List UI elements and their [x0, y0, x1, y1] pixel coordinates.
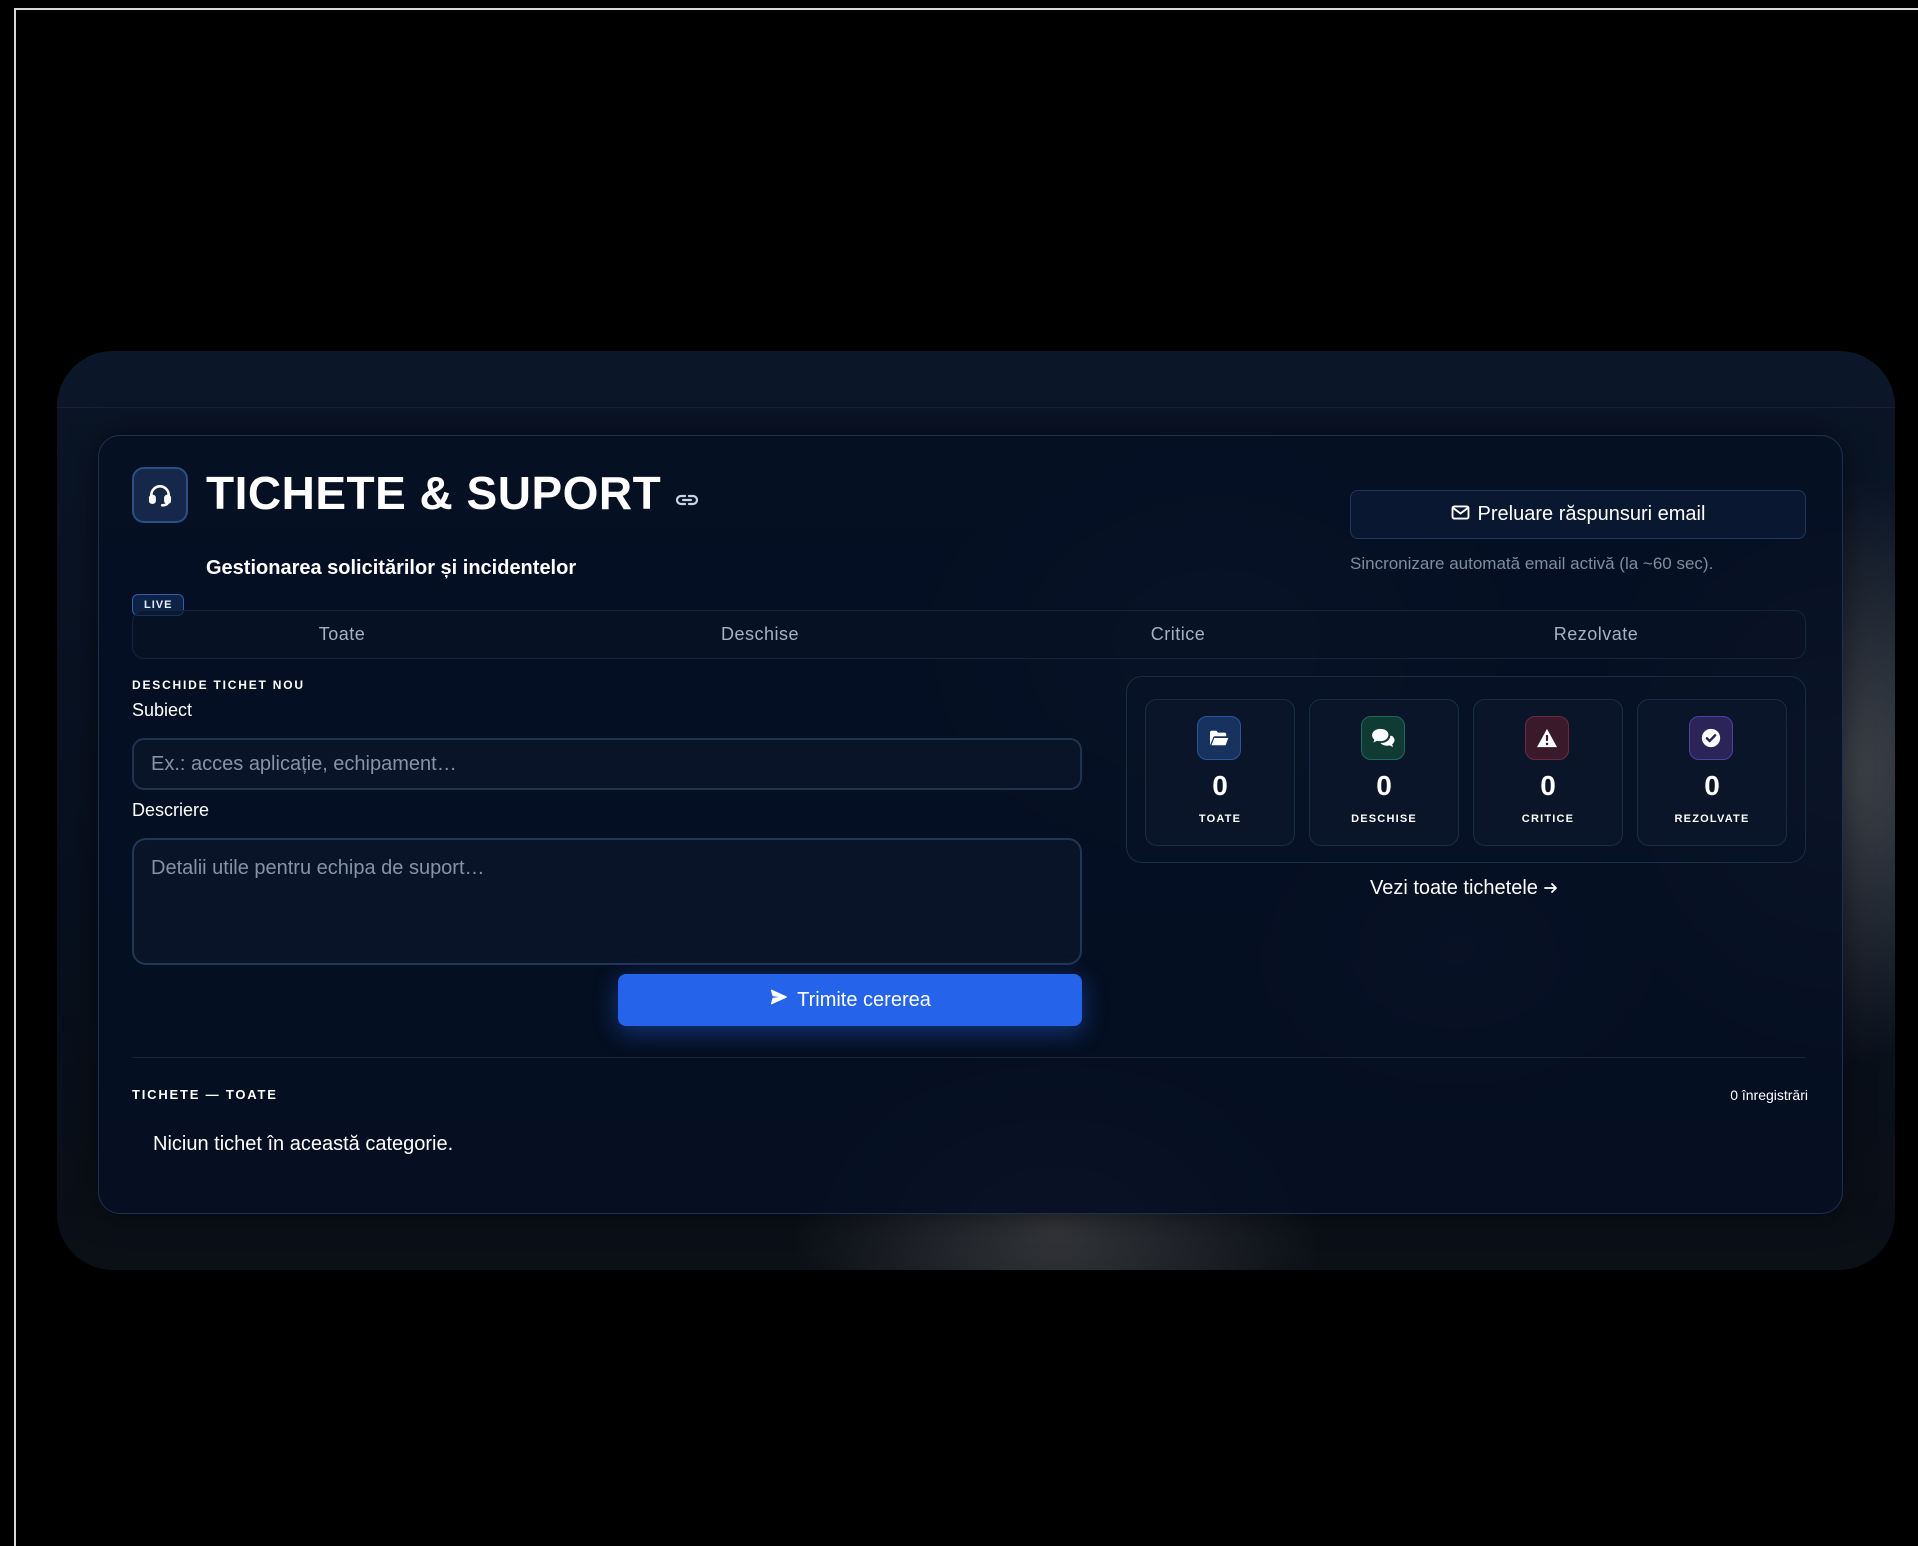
stat-value-critice: 0 — [1540, 770, 1556, 801]
stat-value-toate: 0 — [1212, 770, 1228, 801]
tab-rezolvate[interactable]: Rezolvate — [1387, 611, 1805, 658]
description-textarea[interactable] — [132, 838, 1082, 965]
tab-deschise[interactable]: Deschise — [551, 611, 969, 658]
warning-icon — [1525, 716, 1569, 760]
mail-icon — [1451, 503, 1470, 526]
submit-ticket-button[interactable]: Trimite cererea — [618, 974, 1082, 1026]
stats-summary: 0 TOATE 0 DESCHISE 0 CRITICE 0 REZOLVATE — [1126, 676, 1806, 863]
empty-list-message: Niciun tichet în această categorie. — [153, 1133, 454, 1155]
section-divider — [132, 1057, 1806, 1058]
stat-label-critice: CRITICE — [1521, 813, 1575, 825]
tab-toate[interactable]: Toate — [133, 611, 551, 658]
fetch-email-replies-label: Preluare răspunsuri email — [1477, 503, 1706, 525]
view-all-tickets-link[interactable]: Vezi toate tichetele — [1370, 877, 1558, 900]
check-circle-icon — [1689, 716, 1733, 760]
folder-open-icon — [1197, 716, 1241, 760]
email-sync-note: Sincronizare automată email activă (la ~… — [1350, 554, 1714, 573]
tickets-panel: TICHETE & SUPORT Gestionarea solicităril… — [98, 435, 1843, 1214]
description-label: Descriere — [132, 800, 210, 820]
stat-card-rezolvate[interactable]: 0 REZOLVATE — [1637, 699, 1787, 846]
comments-icon — [1361, 716, 1405, 760]
paper-plane-icon — [769, 987, 789, 1013]
fetch-email-replies-button[interactable]: Preluare răspunsuri email — [1350, 490, 1806, 539]
stat-label-deschise: DESCHISE — [1351, 813, 1417, 825]
stat-value-rezolvate: 0 — [1704, 770, 1720, 801]
stat-value-deschise: 0 — [1376, 770, 1392, 801]
page-subtitle: Gestionarea solicitărilor și incidentelo… — [206, 557, 577, 579]
stat-label-rezolvate: REZOLVATE — [1674, 813, 1750, 825]
view-all-tickets-label: Vezi toate tichetele — [1370, 877, 1538, 899]
new-ticket-section-label: DESCHIDE TICHET NOU — [132, 678, 305, 692]
stat-card-deschise[interactable]: 0 DESCHISE — [1309, 699, 1459, 846]
window-topbar — [57, 351, 1895, 408]
ticket-filter-tabs: Toate Deschise Critice Rezolvate — [132, 610, 1806, 659]
subject-label: Subiect — [132, 700, 193, 720]
ticket-list-count: 0 înregistrări — [1730, 1087, 1808, 1103]
page-title-text: TICHETE & SUPORT — [206, 467, 662, 519]
stat-card-critice[interactable]: 0 CRITICE — [1473, 699, 1623, 846]
stat-card-toate[interactable]: 0 TOATE — [1145, 699, 1295, 846]
ticket-list-title: TICHETE — TOATE — [132, 1087, 278, 1102]
page-title: TICHETE & SUPORT — [206, 466, 699, 520]
stat-label-toate: TOATE — [1198, 813, 1242, 825]
arrow-right-icon — [1543, 877, 1558, 900]
submit-ticket-label: Trimite cererea — [797, 988, 931, 1011]
headset-icon — [132, 467, 188, 523]
app-window: TICHETE & SUPORT Gestionarea solicităril… — [57, 351, 1895, 1270]
subject-input[interactable] — [132, 738, 1082, 790]
tab-critice[interactable]: Critice — [969, 611, 1387, 658]
link-icon[interactable] — [675, 493, 699, 507]
